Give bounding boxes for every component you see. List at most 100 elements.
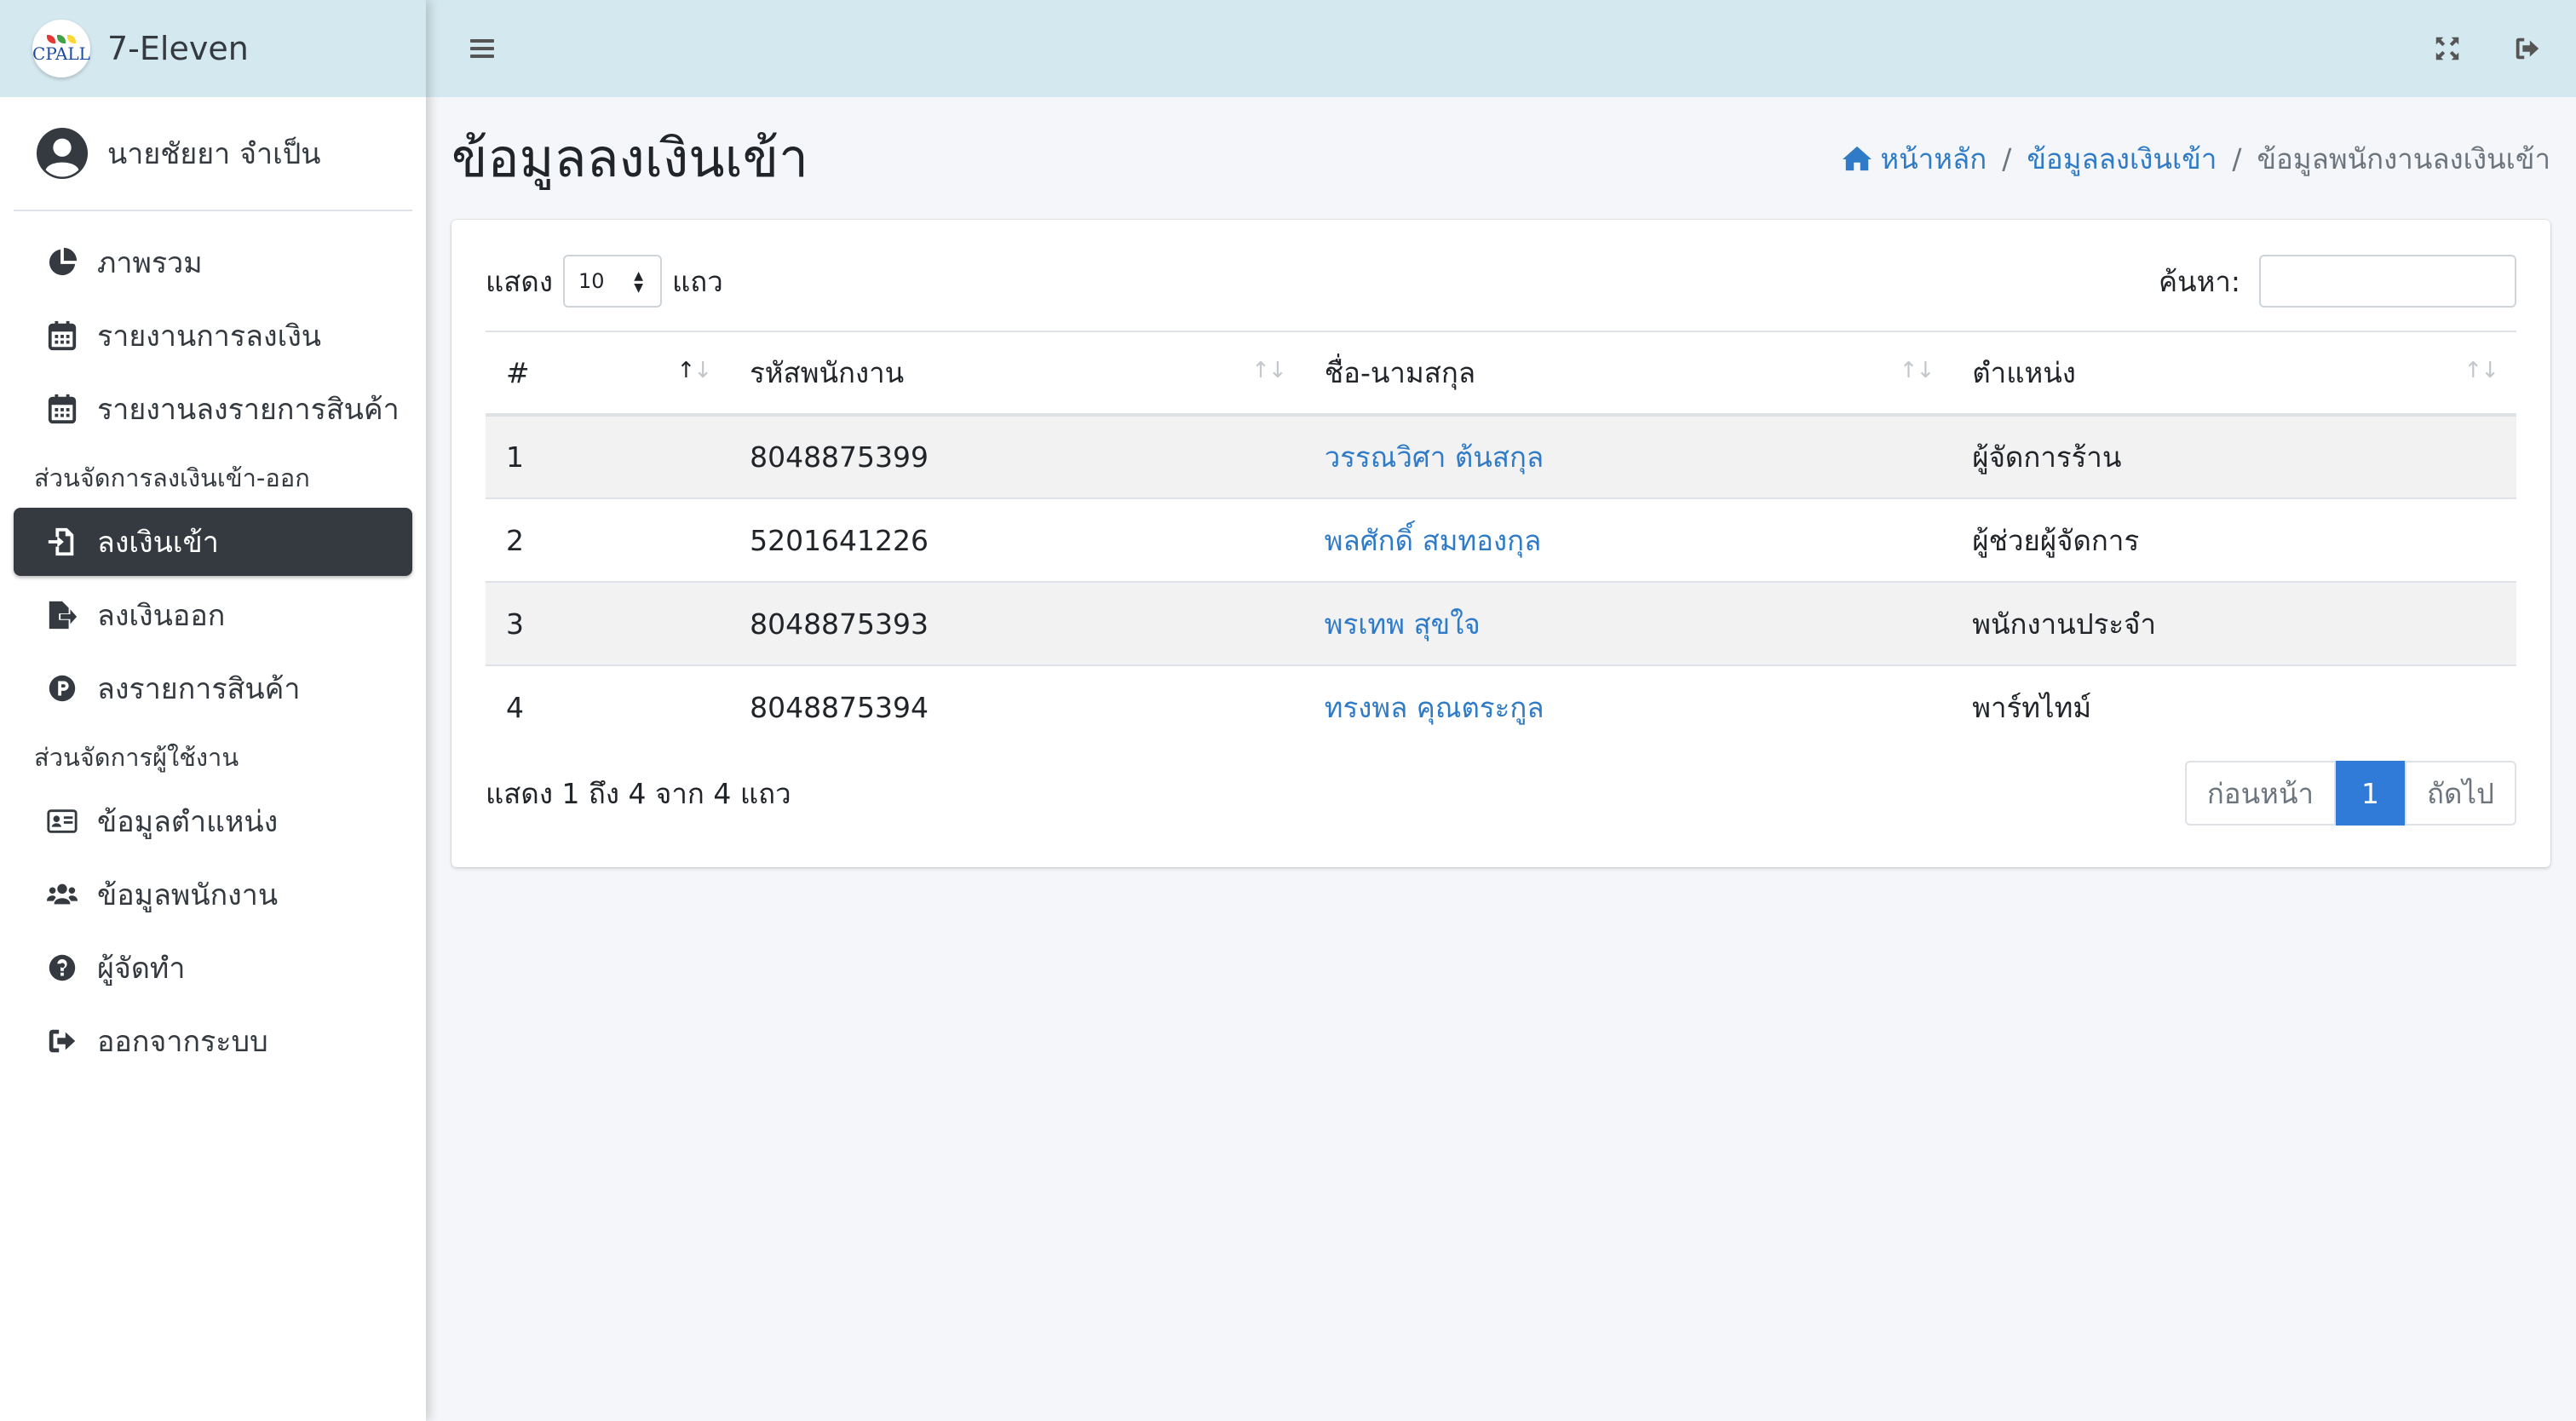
employee-name-link[interactable]: วรรณวิศา ต้นสกุล xyxy=(1325,440,1544,474)
sign-out-icon xyxy=(49,1029,76,1053)
sidebar-item-money-in[interactable]: ลงเงินเข้า xyxy=(14,508,412,576)
sidebar-item-logout[interactable]: ออกจากระบบ xyxy=(14,1007,412,1075)
show-label: แสดง xyxy=(486,264,553,298)
employee-name-link[interactable]: พรเทพ สุขใจ xyxy=(1325,607,1481,641)
cell-emp-id: 8048875394 xyxy=(729,664,1304,749)
table-footer: แสดง 1 ถึง 4 จาก 4 แถว ก่อนหน้า 1 ถัดไป xyxy=(486,761,2516,826)
pagination-page-1[interactable]: 1 xyxy=(2336,761,2406,826)
sort-asc-icon: ↑↓ xyxy=(676,358,712,383)
nav-header-money: ส่วนจัดการลงเงินเข้า-ออก xyxy=(34,463,310,492)
cell-position: พนักงานประจำ xyxy=(1952,581,2516,665)
sidebar-nav: ภาพรวม รายงานการลงเงิน รายงานลงรายการสิน… xyxy=(0,211,426,1075)
breadcrumb: หน้าหลัก / ข้อมูลลงเงินเข้า / ข้อมูลพนัก… xyxy=(1841,136,2550,181)
column-header-emp-id[interactable]: รหัสพนักงาน ↑↓ xyxy=(729,331,1304,417)
brand-link[interactable]: CPALL 7-Eleven xyxy=(0,0,426,97)
column-header-label: ชื่อ-นามสกุล xyxy=(1324,356,1476,389)
cell-emp-id: 8048875399 xyxy=(729,414,1304,498)
sidebar-item-positions[interactable]: ข้อมูลตำแหน่ง xyxy=(14,787,412,855)
sidebar-item-label: ข้อมูลพนักงาน xyxy=(97,878,279,912)
sidebar: CPALL 7-Eleven นายชัยยา จำเป็น ภาพรวม รา… xyxy=(0,0,426,1421)
sort-icon: ↑↓ xyxy=(2464,358,2499,383)
employee-table-card: แสดง 10 ▲ ▼ แถว ค้นหา: # ↑↓ รหัสพนักงาน … xyxy=(451,220,2550,867)
user-avatar-icon xyxy=(36,127,89,180)
column-header-number[interactable]: # ↑↓ xyxy=(486,331,730,417)
cell-emp-id: 8048875393 xyxy=(729,581,1304,665)
table-header-row: # ↑↓ รหัสพนักงาน ↑↓ ชื่อ-นามสกุล ↑↓ ตำแห… xyxy=(486,331,2516,417)
sidebar-item-label: รายงานการลงเงิน xyxy=(97,319,322,354)
home-icon xyxy=(1843,146,1872,171)
select-arrows-icon: ▲ ▼ xyxy=(634,269,643,295)
logo-text: CPALL xyxy=(32,43,90,64)
calendar-icon xyxy=(48,394,77,424)
cell-number: 1 xyxy=(486,414,730,498)
pagination: ก่อนหน้า 1 ถัดไป xyxy=(2184,761,2516,826)
sidebar-item-product-report[interactable]: รายงานลงรายการสินค้า xyxy=(14,375,412,443)
user-panel[interactable]: นายชัยยา จำเป็น xyxy=(14,97,412,211)
cell-emp-id: 5201641226 xyxy=(729,498,1304,582)
search-box: ค้นหา: xyxy=(2159,255,2516,308)
page-length-select[interactable]: 10 ▲ ▼ xyxy=(562,255,662,308)
sidebar-item-label: รายงานลงรายการสินค้า xyxy=(97,393,400,427)
cell-position: ผู้ช่วยผู้จัดการ xyxy=(1952,498,2516,582)
breadcrumb-current: ข้อมูลพนักงานลงเงินเข้า xyxy=(2257,141,2550,175)
fullscreen-icon[interactable] xyxy=(2433,34,2462,63)
table-row: 2 5201641226 พลศักดิ์ สมทองกุล ผู้ช่วยผู… xyxy=(486,498,2516,582)
sidebar-item-label: ลงเงินออก xyxy=(97,599,226,633)
user-name: นายชัยยา จำเป็น xyxy=(107,137,321,171)
breadcrumb-parent-link[interactable]: ข้อมูลลงเงินเข้า xyxy=(2027,136,2217,181)
table-row: 1 8048875399 วรรณวิศา ต้นสกุล ผู้จัดการร… xyxy=(486,414,2516,498)
sidebar-item-label: ภาพรวม xyxy=(97,246,203,280)
cell-position: พาร์ทไทม์ xyxy=(1952,664,2516,749)
employee-table: # ↑↓ รหัสพนักงาน ↑↓ ชื่อ-นามสกุล ↑↓ ตำแห… xyxy=(486,331,2516,749)
cpall-logo: CPALL xyxy=(32,20,90,78)
column-header-name[interactable]: ชื่อ-นามสกุล ↑↓ xyxy=(1303,331,1952,417)
employee-name-link[interactable]: พลศักดิ์ สมทองกุล xyxy=(1325,524,1542,557)
sidebar-item-overview[interactable]: ภาพรวม xyxy=(14,228,412,296)
breadcrumb-home-link[interactable]: หน้าหลัก xyxy=(1841,136,1987,181)
question-circle-icon xyxy=(49,954,76,981)
column-header-position[interactable]: ตำแหน่ง ↑↓ xyxy=(1952,331,2516,417)
sort-icon: ↑↓ xyxy=(1899,358,1935,383)
search-label: ค้นหา: xyxy=(2158,264,2240,298)
employee-name-link[interactable]: ทรงพล คุณตระกูล xyxy=(1325,691,1544,724)
product-p-icon xyxy=(49,675,76,702)
cell-name: พลศักดิ์ สมทองกุล xyxy=(1303,498,1952,582)
hamburger-menu-icon[interactable] xyxy=(467,33,497,64)
cell-name: วรรณวิศา ต้นสกุล xyxy=(1303,414,1952,498)
file-import-icon xyxy=(48,527,74,556)
brand-name: 7-Eleven xyxy=(107,30,249,67)
pie-chart-icon xyxy=(49,247,78,276)
id-card-icon xyxy=(47,809,78,833)
sidebar-item-product-entry[interactable]: ลงรายการสินค้า xyxy=(14,654,412,722)
sort-icon: ↑↓ xyxy=(1251,358,1287,383)
content-header: ข้อมูลลงเงินเข้า หน้าหลัก / ข้อมูลลงเงิน… xyxy=(451,97,2550,220)
sidebar-item-money-out[interactable]: ลงเงินออก xyxy=(14,581,412,649)
cell-number: 3 xyxy=(486,581,730,665)
file-export-icon xyxy=(49,601,78,630)
rows-label: แถว xyxy=(671,264,723,298)
sidebar-item-money-report[interactable]: รายงานการลงเงิน xyxy=(14,302,412,370)
sidebar-item-label: ลงรายการสินค้า xyxy=(97,672,301,706)
sidebar-item-label: ลงเงินเข้า xyxy=(97,526,219,560)
sign-out-icon[interactable] xyxy=(2513,34,2542,63)
column-header-label: ตำแหน่ง xyxy=(1972,356,2076,389)
sidebar-item-credits[interactable]: ผู้จัดทำ xyxy=(14,934,412,1002)
page-title: ข้อมูลลงเงินเข้า xyxy=(451,127,808,189)
page-length-value: 10 xyxy=(578,269,605,293)
breadcrumb-separator: / xyxy=(2232,141,2242,175)
column-header-label: รหัสพนักงาน xyxy=(750,356,905,389)
table-row: 3 8048875393 พรเทพ สุขใจ พนักงานประจำ xyxy=(486,581,2516,665)
pagination-next-button[interactable]: ถัดไป xyxy=(2405,761,2516,826)
cell-name: พรเทพ สุขใจ xyxy=(1303,581,1952,665)
sidebar-item-label: ผู้จัดทำ xyxy=(97,952,186,986)
pagination-previous-button[interactable]: ก่อนหน้า xyxy=(2184,761,2337,826)
search-input[interactable] xyxy=(2259,255,2516,308)
sidebar-item-employees[interactable]: ข้อมูลพนักงาน xyxy=(14,860,412,929)
breadcrumb-home-label: หน้าหลัก xyxy=(1880,141,1987,175)
main-content: ข้อมูลลงเงินเข้า หน้าหลัก / ข้อมูลลงเงิน… xyxy=(451,97,2550,867)
table-controls: แสดง 10 ▲ ▼ แถว ค้นหา: xyxy=(486,254,2516,308)
top-navbar xyxy=(426,0,2576,97)
table-info: แสดง 1 ถึง 4 จาก 4 แถว xyxy=(486,776,791,810)
calendar-icon xyxy=(48,320,77,351)
cell-number: 4 xyxy=(486,664,730,749)
